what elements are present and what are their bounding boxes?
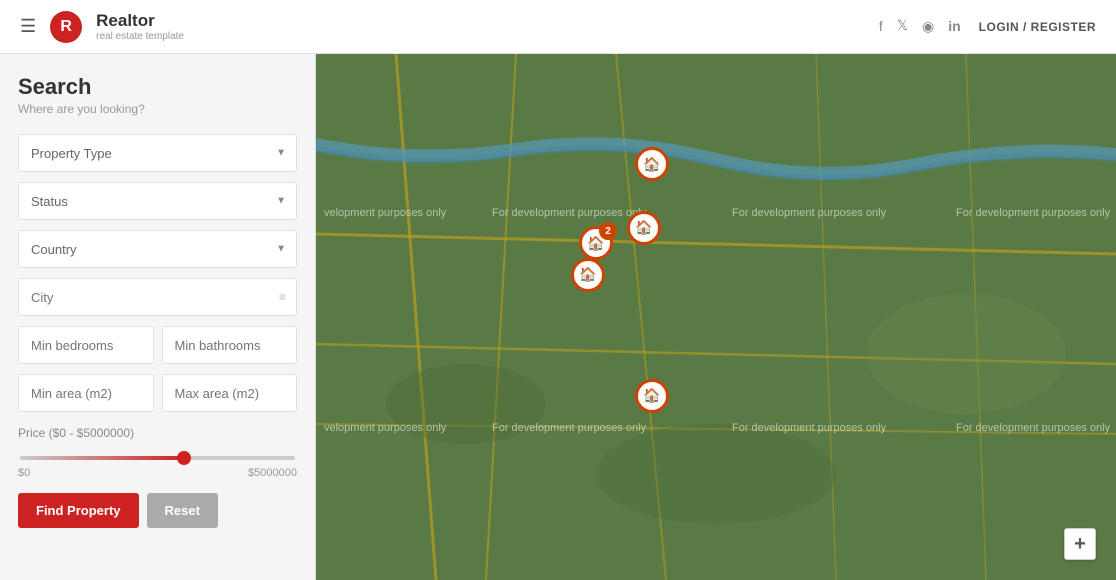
price-min-label: $0 xyxy=(18,467,30,479)
status-group: Status For Sale For Rent ▼ xyxy=(18,182,297,220)
marker-3[interactable]: 🏠 2 xyxy=(579,226,613,260)
marker-4[interactable]: 🏠 xyxy=(571,258,605,292)
login-register-button[interactable]: LOGIN / REGISTER xyxy=(979,20,1096,34)
status-select[interactable]: Status For Sale For Rent xyxy=(19,194,296,209)
area-group xyxy=(18,374,297,412)
header-right: f 𝕏 ◉ in LOGIN / REGISTER xyxy=(879,18,1096,35)
status-select-wrapper[interactable]: Status For Sale For Rent ▼ xyxy=(18,182,297,220)
price-section: Price ($0 - $5000000) $0 $5000000 xyxy=(18,426,297,479)
marker-5-circle: 🏠 xyxy=(635,379,669,413)
marker-1[interactable]: 🏠 xyxy=(635,147,669,181)
max-area-input[interactable] xyxy=(163,386,297,401)
city-list-icon: ≡ xyxy=(279,290,286,304)
min-bedrooms-input[interactable] xyxy=(19,338,153,353)
sidebar: Search Where are you looking? Property T… xyxy=(0,54,316,580)
min-bathrooms-input[interactable] xyxy=(163,338,297,353)
min-bathrooms-wrapper[interactable] xyxy=(162,326,298,364)
city-input-wrapper[interactable]: ≡ xyxy=(18,278,297,316)
price-range-labels: $0 $5000000 xyxy=(18,467,297,479)
search-subtitle: Where are you looking? xyxy=(18,102,297,116)
marker-2[interactable]: 🏠 xyxy=(627,211,661,245)
property-type-select[interactable]: Property Type House Apartment Commercial xyxy=(19,146,296,161)
map-area[interactable]: velopment purposes only For development … xyxy=(316,54,1116,580)
linkedin-icon[interactable]: in xyxy=(948,18,960,35)
price-max-label: $5000000 xyxy=(248,467,297,479)
marker-4-circle: 🏠 xyxy=(571,258,605,292)
min-area-wrapper[interactable] xyxy=(18,374,154,412)
search-title: Search xyxy=(18,74,297,100)
main-content: Search Where are you looking? Property T… xyxy=(0,54,1116,580)
price-slider-container xyxy=(18,448,297,463)
min-bedrooms-wrapper[interactable] xyxy=(18,326,154,364)
header-left: ☰ R Realtor real estate template xyxy=(20,11,184,43)
brand-subtitle: real estate template xyxy=(96,31,184,42)
header: ☰ R Realtor real estate template f 𝕏 ◉ i… xyxy=(0,0,1116,54)
city-group: ≡ xyxy=(18,278,297,316)
price-slider[interactable] xyxy=(20,456,295,460)
globe-icon[interactable]: ◉ xyxy=(922,18,934,35)
map-background xyxy=(316,54,1116,580)
social-icons: f 𝕏 ◉ in xyxy=(879,18,961,35)
marker-3-badge: 2 xyxy=(599,222,617,240)
city-input[interactable] xyxy=(19,290,296,305)
property-type-group: Property Type House Apartment Commercial… xyxy=(18,134,297,172)
price-label: Price ($0 - $5000000) xyxy=(18,426,297,440)
marker-1-circle: 🏠 xyxy=(635,147,669,181)
action-buttons: Find Property Reset xyxy=(18,493,297,528)
reset-button[interactable]: Reset xyxy=(147,493,218,528)
marker-2-circle: 🏠 xyxy=(627,211,661,245)
hamburger-menu[interactable]: ☰ xyxy=(20,16,36,37)
country-select-wrapper[interactable]: Country USA UK ▼ xyxy=(18,230,297,268)
find-property-button[interactable]: Find Property xyxy=(18,493,139,528)
zoom-in-button[interactable]: + xyxy=(1064,528,1096,560)
country-select[interactable]: Country USA UK xyxy=(19,242,296,257)
brand-name: Realtor xyxy=(96,11,184,31)
min-area-input[interactable] xyxy=(19,386,153,401)
marker-5[interactable]: 🏠 xyxy=(635,379,669,413)
property-type-select-wrapper[interactable]: Property Type House Apartment Commercial… xyxy=(18,134,297,172)
facebook-icon[interactable]: f xyxy=(879,18,883,35)
twitter-icon[interactable]: 𝕏 xyxy=(897,18,908,35)
bed-bath-group xyxy=(18,326,297,364)
country-group: Country USA UK ▼ xyxy=(18,230,297,268)
brand-text: Realtor real estate template xyxy=(96,11,184,42)
logo-circle: R xyxy=(50,11,82,43)
max-area-wrapper[interactable] xyxy=(162,374,298,412)
